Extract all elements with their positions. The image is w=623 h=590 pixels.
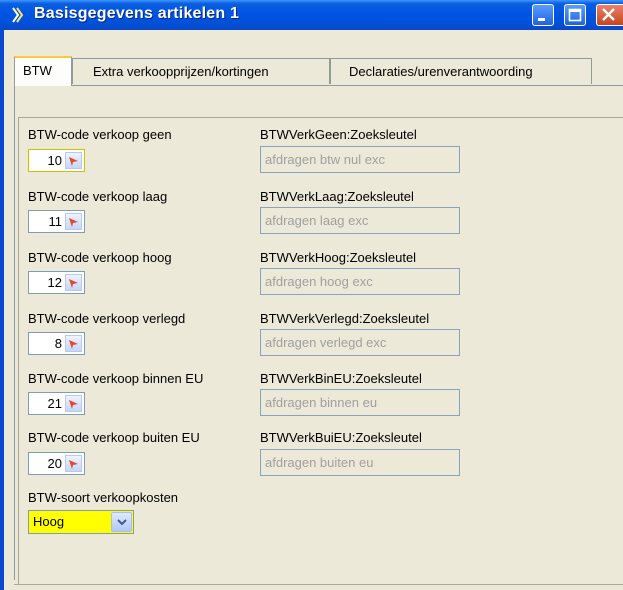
lookup-buiten-eu-field[interactable]: afdragen buiten eu <box>260 449 460 476</box>
close-button[interactable] <box>596 4 623 26</box>
tab-label: BTW <box>23 63 52 78</box>
label-btw-soort: BTW-soort verkoopkosten <box>28 490 179 505</box>
label-btw-geen: BTW-code verkoop geen <box>28 127 172 142</box>
close-icon <box>602 8 615 21</box>
lookup-verlegd-field[interactable]: afdragen verlegd exc <box>260 329 460 356</box>
lookup-hoog-field[interactable]: afdragen hoog exc <box>260 268 460 295</box>
label-btw-buiten-eu: BTW-code verkoop buiten EU <box>28 430 200 445</box>
label-lookup-binnen-eu: BTWVerkBinEU:Zoeksleutel <box>260 371 422 386</box>
code-value: 21 <box>47 396 62 411</box>
lookup-geen-field[interactable]: afdragen btw nul exc <box>260 146 460 173</box>
tab-declaraties[interactable]: Declaraties/urenverantwoording <box>330 58 592 84</box>
lookup-arrow-icon <box>69 400 78 409</box>
label-lookup-laag: BTWVerkLaag:Zoeksleutel <box>260 189 414 204</box>
chevron-down-icon <box>117 519 127 526</box>
code-value: 11 <box>48 214 63 229</box>
lookup-arrow-icon <box>69 340 78 349</box>
window-title: Basisgegevens artikelen 1 <box>34 5 240 22</box>
lookup-arrow-icon <box>69 218 78 227</box>
tab-label: Extra verkoopprijzen/kortingen <box>93 64 269 79</box>
code-value: 12 <box>47 275 62 290</box>
tab-extra-verkoopprijzen[interactable]: Extra verkoopprijzen/kortingen <box>72 58 330 84</box>
title-bar[interactable]: Basisgegevens artikelen 1 <box>0 0 623 30</box>
btw-binnen-eu-code-field[interactable]: 21 <box>28 392 85 415</box>
lookup-button[interactable] <box>65 335 82 352</box>
label-btw-binnen-eu: BTW-code verkoop binnen EU <box>28 371 204 386</box>
tab-label: Declaraties/urenverantwoording <box>349 64 533 79</box>
label-lookup-geen: BTWVerkGeen:Zoeksleutel <box>260 127 417 142</box>
btw-verlegd-code-field[interactable]: 8 <box>28 332 85 355</box>
window-frame-left <box>0 30 4 590</box>
lookup-button[interactable] <box>65 213 82 230</box>
btw-geen-code-field[interactable]: 10 <box>28 149 85 172</box>
maximize-button[interactable] <box>564 4 586 26</box>
window: Basisgegevens artikelen 1 BTW Extra verk… <box>0 0 623 590</box>
lookup-arrow-icon <box>69 279 78 288</box>
dropdown-button[interactable] <box>111 512 132 532</box>
code-value: 8 <box>54 336 62 351</box>
panel-bottom-border <box>14 584 623 585</box>
lookup-button[interactable] <box>65 274 82 291</box>
label-lookup-hoog: BTWVerkHoog:Zoeksleutel <box>260 250 417 265</box>
minimize-button[interactable] <box>532 4 554 26</box>
label-btw-laag: BTW-code verkoop laag <box>28 189 168 204</box>
label-btw-hoog: BTW-code verkoop hoog <box>28 250 172 265</box>
dropdown-value: Hoog <box>33 514 65 529</box>
app-logo-icon <box>12 7 24 23</box>
btw-buiten-eu-code-field[interactable]: 20 <box>28 452 85 475</box>
lookup-laag-field[interactable]: afdragen laag exc <box>260 207 460 234</box>
btw-soort-dropdown[interactable]: Hoog <box>28 510 134 534</box>
lookup-binnen-eu-field[interactable]: afdragen binnen eu <box>260 389 460 416</box>
lookup-arrow-icon <box>69 157 78 166</box>
lookup-button[interactable] <box>65 152 82 169</box>
btw-hoog-code-field[interactable]: 12 <box>28 271 85 294</box>
lookup-button[interactable] <box>65 455 82 472</box>
maximize-icon <box>568 8 582 22</box>
tab-btw[interactable]: BTW <box>14 56 72 86</box>
label-btw-verlegd: BTW-code verkoop verlegd <box>28 311 186 326</box>
code-value: 10 <box>47 153 62 168</box>
btw-laag-code-field[interactable]: 11 <box>28 210 85 233</box>
label-lookup-buiten-eu: BTWVerkBuiEU:Zoeksleutel <box>260 430 422 445</box>
lookup-button[interactable] <box>65 395 82 412</box>
lookup-arrow-icon <box>69 460 78 469</box>
minimize-icon <box>538 18 545 21</box>
code-value: 20 <box>47 456 62 471</box>
label-lookup-verlegd: BTWVerkVerlegd:Zoeksleutel <box>260 311 430 326</box>
